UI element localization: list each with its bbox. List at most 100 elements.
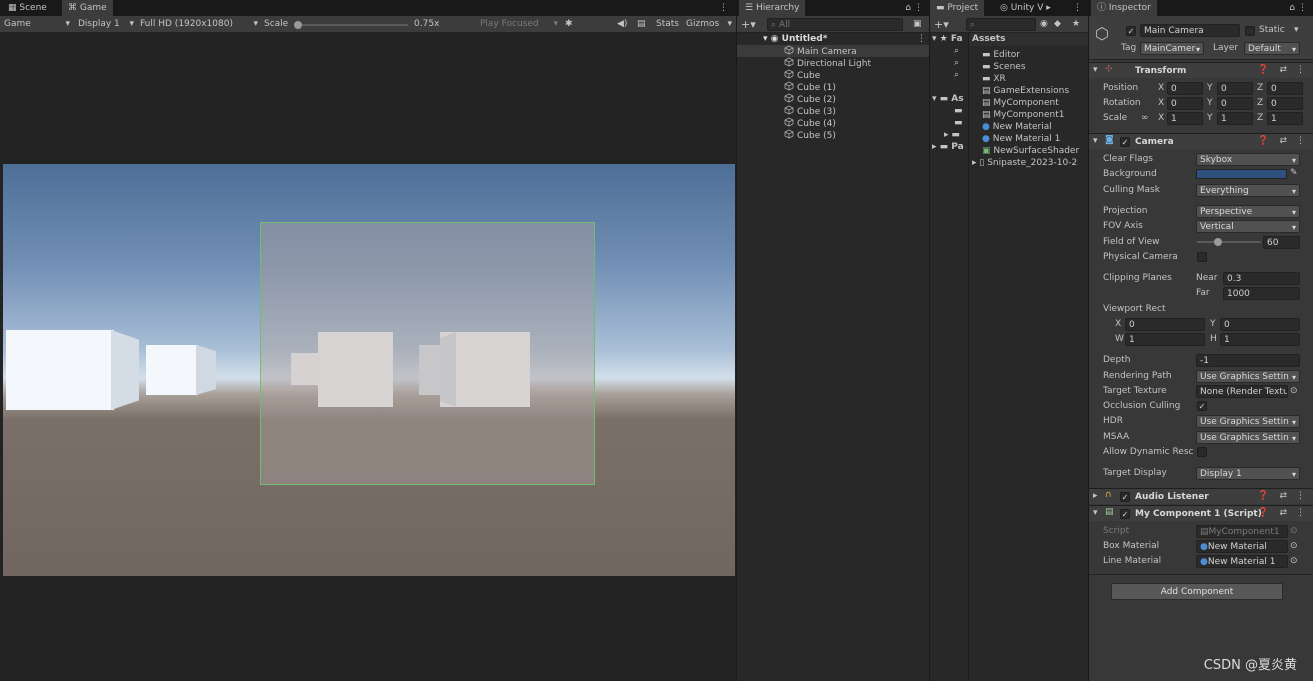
rotation-y-input[interactable]: 0	[1217, 97, 1253, 110]
game-mode-dropdown[interactable]: Game ▾	[4, 17, 72, 32]
filter-type-icon[interactable]: ◉	[1040, 17, 1048, 32]
tab-game[interactable]: ⌘ Game	[62, 0, 113, 16]
component-menu-icon[interactable]: ⋮	[1296, 65, 1305, 75]
my-component-header[interactable]: ▾ ▤ ✓ My Component 1 (Script) ❓ ⇄ ⋮	[1089, 505, 1313, 521]
component-menu-icon[interactable]: ⋮	[1296, 136, 1305, 146]
project-search-input[interactable]: ⌕	[966, 18, 1036, 31]
filter-label-icon[interactable]: ◆	[1054, 17, 1061, 32]
asset-item[interactable]: ▤ MyComponent1	[982, 109, 1064, 121]
static-dropdown-icon[interactable]: ▾	[1294, 24, 1299, 37]
culling-mask-dropdown[interactable]: Everything	[1196, 184, 1300, 197]
resolution-dropdown[interactable]: Full HD (1920x1080) ▾	[140, 17, 258, 32]
background-color-field[interactable]	[1196, 169, 1287, 179]
far-input[interactable]: 1000	[1223, 287, 1300, 300]
scale-y-input[interactable]: 1	[1217, 112, 1253, 125]
play-focused-dropdown[interactable]: Play Focused ▾	[480, 17, 558, 32]
mute-icon[interactable]: ◀)	[617, 17, 627, 32]
hierarchy-item[interactable]: Cube (4)	[784, 117, 836, 129]
viewport-w-input[interactable]: 1	[1125, 333, 1205, 346]
fov-axis-dropdown[interactable]: Vertical	[1196, 220, 1300, 233]
stats-button[interactable]: Stats	[656, 17, 679, 32]
keyboard-icon[interactable]: ▤	[637, 17, 646, 32]
create-asset-button[interactable]: +▾	[934, 17, 949, 32]
box-material-field[interactable]: ●New Material	[1196, 540, 1288, 553]
preset-icon[interactable]: ⇄	[1279, 491, 1287, 501]
position-y-input[interactable]: 0	[1217, 82, 1253, 95]
game-viewport[interactable]	[3, 164, 735, 576]
hierarchy-search-input[interactable]: ⌕ All	[767, 18, 903, 31]
rotation-x-input[interactable]: 0	[1167, 97, 1203, 110]
scale-slider-thumb[interactable]	[294, 21, 302, 29]
rendering-path-dropdown[interactable]: Use Graphics Settin	[1196, 370, 1300, 383]
asset-item[interactable]: ▤ MyComponent	[982, 97, 1059, 109]
panel-menu-icon[interactable]: ⋮	[1292, 0, 1313, 16]
viewport-x-input[interactable]: 0	[1125, 318, 1205, 331]
gizmos-dropdown[interactable]: Gizmos ▾	[686, 17, 734, 32]
camera-header[interactable]: ▾ ◙ ✓ Camera ❓ ⇄ ⋮	[1089, 133, 1313, 149]
hierarchy-item[interactable]: Cube (3)	[784, 105, 836, 117]
gameobject-cube-icon[interactable]: ⬡	[1095, 24, 1109, 43]
rotation-z-input[interactable]: 0	[1267, 97, 1303, 110]
position-z-input[interactable]: 0	[1267, 82, 1303, 95]
object-picker-icon[interactable]: ⊙	[1290, 385, 1298, 398]
viewport-h-input[interactable]: 1	[1220, 333, 1300, 346]
msaa-dropdown[interactable]: Use Graphics Settin	[1196, 431, 1300, 444]
hierarchy-item[interactable]: Cube (2)	[784, 93, 836, 105]
preset-icon[interactable]: ⇄	[1279, 508, 1287, 518]
add-component-button[interactable]: Add Component	[1111, 583, 1283, 600]
hierarchy-item[interactable]: Cube (1)	[784, 81, 836, 93]
tab-project[interactable]: ▬ Project	[930, 0, 985, 16]
dynamic-resolution-checkbox[interactable]	[1197, 447, 1207, 457]
hierarchy-item[interactable]: Main Camera	[784, 45, 857, 57]
folder-icon[interactable]: ▬	[954, 117, 963, 129]
scene-visibility-icon[interactable]: ▣	[913, 17, 922, 32]
depth-input[interactable]: -1	[1196, 354, 1300, 367]
hdr-dropdown[interactable]: Use Graphics Settin	[1196, 415, 1300, 428]
audio-listener-header[interactable]: ▸ ∩ ✓ Audio Listener ❓ ⇄ ⋮	[1089, 488, 1313, 504]
fov-input[interactable]: 60	[1263, 236, 1300, 249]
asset-item[interactable]: ● New Material 1	[982, 133, 1060, 145]
my-component-checkbox[interactable]: ✓	[1120, 509, 1130, 519]
line-material-field[interactable]: ●New Material 1	[1196, 555, 1288, 568]
panel-menu-icon[interactable]: ⋮	[1067, 0, 1088, 16]
preset-icon[interactable]: ⇄	[1279, 65, 1287, 75]
audio-listener-checkbox[interactable]: ✓	[1120, 492, 1130, 502]
search-icon[interactable]: ⌕	[954, 45, 959, 57]
display-dropdown[interactable]: Display 1 ▾	[78, 17, 134, 32]
assets-root-row[interactable]: ▾ ▬ As	[932, 93, 964, 105]
scene-menu-icon[interactable]: ⋮	[917, 33, 926, 45]
help-icon[interactable]: ❓	[1258, 491, 1269, 501]
component-menu-icon[interactable]: ⋮	[1296, 491, 1305, 501]
bug-icon[interactable]: ✱	[565, 17, 573, 32]
position-x-input[interactable]: 0	[1167, 82, 1203, 95]
target-texture-field[interactable]: None (Render Textu	[1196, 385, 1288, 398]
favorites-row[interactable]: ▾ ★ Fa	[932, 33, 963, 45]
scale-z-input[interactable]: 1	[1267, 112, 1303, 125]
near-input[interactable]: 0.3	[1223, 272, 1300, 285]
viewport-y-input[interactable]: 0	[1220, 318, 1300, 331]
tab-unity-version-control[interactable]: ◎ Unity V ▸	[994, 0, 1057, 16]
hierarchy-item[interactable]: Cube	[784, 69, 820, 81]
panel-menu-icon[interactable]: ⋮	[713, 0, 734, 16]
search-icon[interactable]: ⌕	[954, 69, 959, 81]
favorite-star-icon[interactable]: ★	[1072, 17, 1080, 32]
add-object-button[interactable]: +▾	[741, 17, 756, 32]
asset-item[interactable]: ▬ Editor	[982, 49, 1020, 61]
scale-x-input[interactable]: 1	[1167, 112, 1203, 125]
asset-item[interactable]: ▣ NewSurfaceShader	[982, 145, 1079, 157]
fov-slider-thumb[interactable]	[1214, 238, 1223, 246]
projection-dropdown[interactable]: Perspective	[1196, 205, 1300, 218]
packages-row[interactable]: ▸ ▬ Pa	[932, 141, 964, 153]
object-name-input[interactable]: Main Camera	[1140, 24, 1240, 37]
hierarchy-item[interactable]: Cube (5)	[784, 129, 836, 141]
help-icon[interactable]: ❓	[1258, 65, 1269, 75]
scene-root[interactable]: ▾ ◉ Untitled*	[763, 33, 827, 45]
tag-dropdown[interactable]: MainCamer	[1140, 42, 1204, 55]
asset-item[interactable]: ▬ Scenes	[982, 61, 1026, 73]
tab-hierarchy[interactable]: ☰ Hierarchy	[739, 0, 806, 16]
occlusion-culling-checkbox[interactable]: ✓	[1197, 401, 1207, 411]
tab-scene[interactable]: ▦ Scene	[2, 0, 53, 16]
static-checkbox[interactable]	[1245, 26, 1255, 36]
fov-slider[interactable]	[1197, 238, 1261, 246]
folder-icon[interactable]: ▸ ▬	[944, 129, 960, 141]
